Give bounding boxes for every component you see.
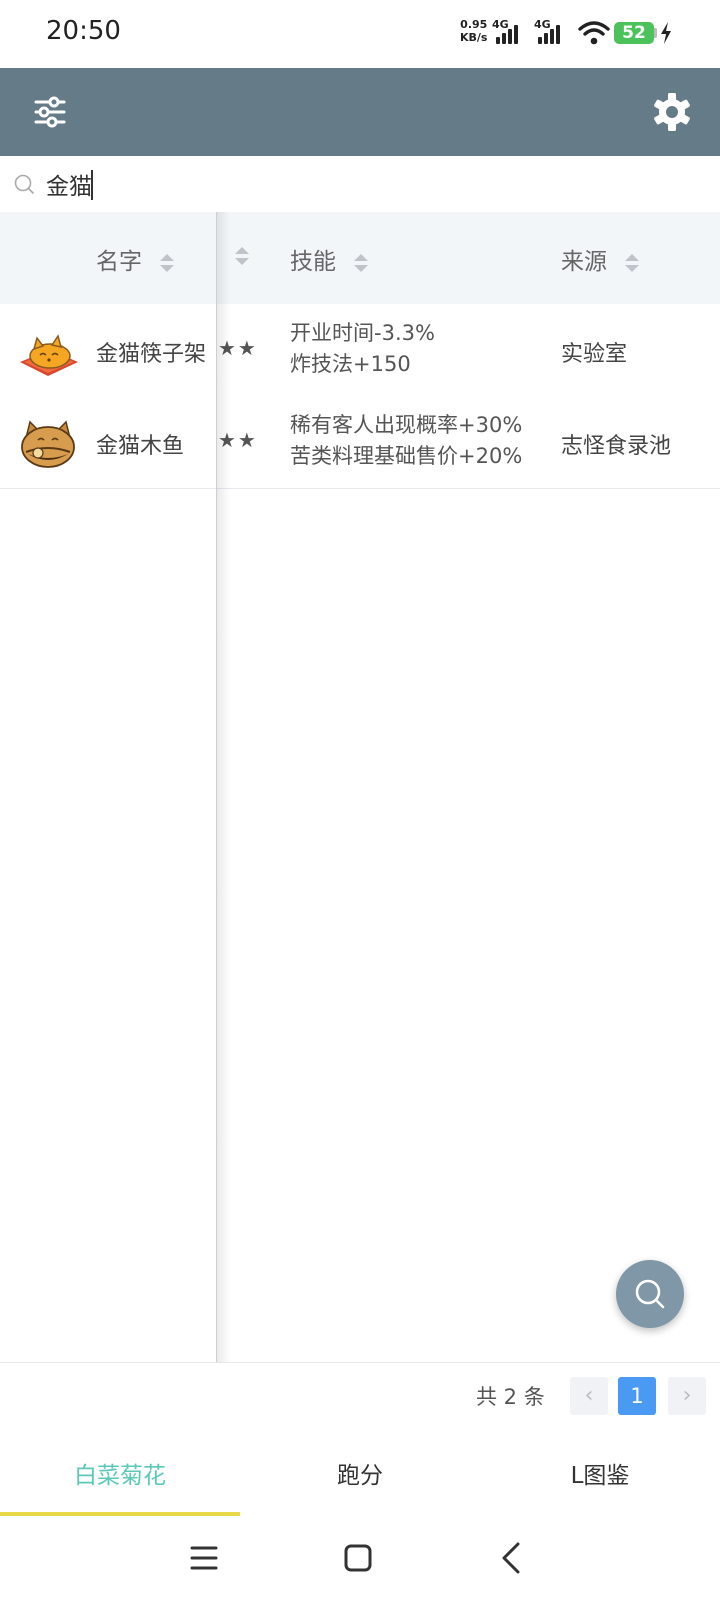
app-bar [0,68,720,156]
golden-cat-chopstick-rest-icon [20,334,78,376]
network-speed: 0.95 KB/s [460,18,488,44]
item-name: 金猫筷子架 [96,342,207,367]
pagination: 共 2 条 ‹ 1 › [0,1362,720,1433]
tab-paofen[interactable]: 跑分 [240,1432,480,1516]
gear-icon[interactable] [650,90,694,134]
menu-icon[interactable] [182,1536,226,1580]
signal-2-icon: 4G [534,18,564,46]
next-page-button[interactable]: › [668,1377,706,1415]
battery-indicator: 52 [614,22,654,44]
home-icon[interactable] [336,1536,380,1580]
column-header-skill[interactable]: 技能 [290,242,369,276]
signal-1-icon: 4G [492,18,522,46]
column-header-name[interactable]: 名字 [96,242,175,276]
column-header-source[interactable]: 来源 [561,242,640,276]
text-caret [91,170,93,200]
tab-tujian[interactable]: L图鉴 [480,1432,720,1516]
back-icon[interactable] [490,1536,534,1580]
golden-cat-wooden-fish-icon [21,420,75,468]
search-input[interactable] [46,166,646,202]
sort-icon[interactable] [624,252,640,274]
table-row[interactable]: 金猫木鱼 ★★ 稀有客人出现概率+30% 苦类料理基础售价+20% 志怪食录池 [0,396,720,489]
skill-text: 稀有客人出现概率+30% 苦类料理基础售价+20% [290,413,523,468]
system-nav-bar [0,1516,720,1600]
search-bar [0,156,720,212]
status-bar: 20:50 0.95 KB/s 4G 4G 52 [0,0,720,68]
bottom-tab-bar: 白菜菊花 跑分 L图鉴 [0,1432,720,1517]
skill-text: 开业时间-3.3% 炸技法+150 [290,321,435,376]
item-source: 志怪食录池 [561,434,672,459]
table-row[interactable]: 金猫筷子架 ★★ 开业时间-3.3% 炸技法+150 实验室 [0,304,720,397]
total-count: 共 2 条 [476,1385,545,1409]
battery-cap [654,28,657,38]
prev-page-button[interactable]: ‹ [570,1377,608,1415]
sliders-icon[interactable] [30,92,70,132]
sort-icon[interactable] [353,252,369,274]
floating-search-button[interactable] [616,1260,684,1328]
wifi-icon [578,21,610,45]
status-time: 20:50 [46,16,121,46]
search-icon [14,174,34,194]
search-icon [635,1279,665,1309]
table-header: 名字 技能 来源 [0,212,720,305]
sort-icon[interactable] [234,245,250,267]
charging-bolt-icon [661,22,671,44]
sort-icon[interactable] [159,252,175,274]
item-source: 实验室 [561,342,628,367]
current-page-button[interactable]: 1 [618,1377,656,1415]
tab-baicai-juhua[interactable]: 白菜菊花 [0,1432,240,1516]
fixed-column-shadow [216,212,230,1362]
item-name: 金猫木鱼 [96,434,185,459]
